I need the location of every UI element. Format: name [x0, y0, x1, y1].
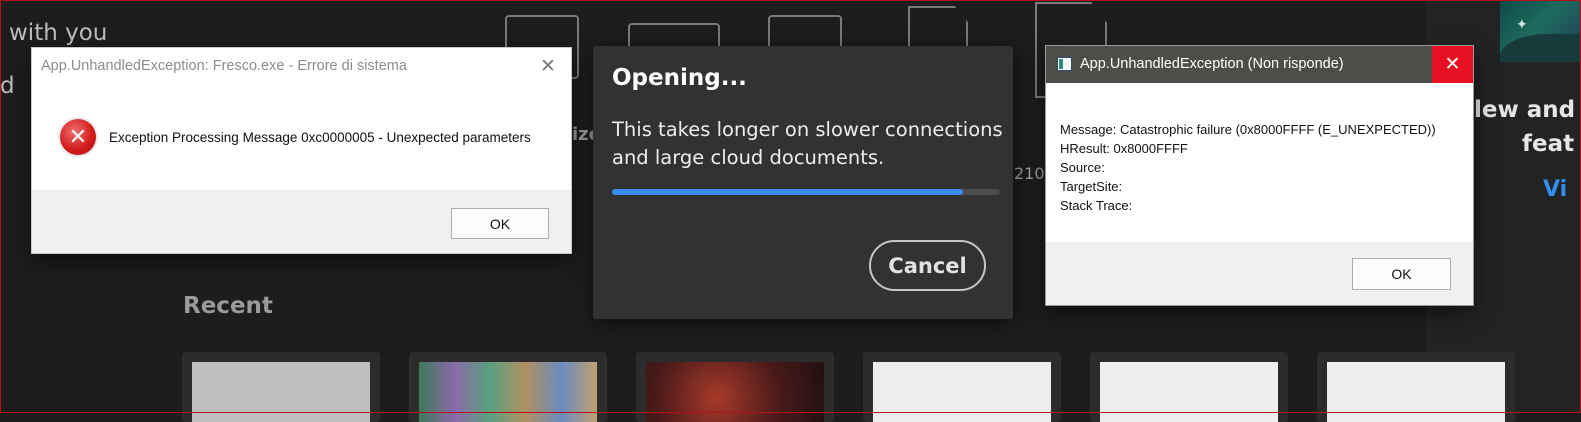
whats-new-title: lew and — [1474, 97, 1576, 123]
recent-document-card[interactable] — [1317, 352, 1515, 422]
recent-section-title: Recent — [183, 293, 273, 319]
dialog-titlebar: App.UnhandledException (Non risponde) ✕ — [1046, 46, 1473, 83]
close-button[interactable]: ✕ — [1432, 46, 1473, 83]
detail-line: TargetSite: — [1060, 179, 1123, 194]
app-window-icon — [1057, 57, 1072, 71]
opening-dialog: Opening... This takes longer on slower c… — [593, 46, 1013, 319]
welcome-text-fragment-2: d — [0, 73, 15, 99]
close-icon: ✕ — [1444, 54, 1461, 75]
document-thumbnail — [1100, 362, 1278, 422]
dialog-title: App.UnhandledException: Fresco.exe - Err… — [41, 58, 407, 74]
detail-line: HResult: 0x8000FFFF — [1060, 141, 1188, 156]
error-icon: ✕ — [60, 119, 96, 155]
whats-new-subtitle: feat — [1522, 131, 1575, 157]
document-thumbnail — [419, 362, 597, 422]
ok-button[interactable]: OK — [1352, 258, 1451, 290]
recent-document-card[interactable] — [1090, 352, 1288, 422]
detail-line: Source: — [1060, 160, 1105, 175]
recent-document-card[interactable] — [409, 352, 607, 422]
document-thumbnail — [1327, 362, 1505, 422]
dialog-title: Opening... — [612, 65, 747, 91]
dialog-message: This takes longer on slower connections … — [612, 116, 1007, 172]
not-responding-dialog: App.UnhandledException (Non risponde) ✕ … — [1046, 46, 1473, 305]
cancel-button[interactable]: Cancel — [869, 240, 986, 291]
close-icon[interactable]: ✕ — [525, 48, 571, 84]
recent-document-card[interactable] — [182, 352, 380, 422]
recent-document-card[interactable] — [863, 352, 1061, 422]
document-thumbnail — [873, 362, 1051, 422]
whats-new-link[interactable]: Vi — [1543, 177, 1567, 202]
whats-new-image: ✦ — [1500, 0, 1581, 62]
progress-bar — [612, 189, 1000, 195]
recent-document-card[interactable] — [636, 352, 834, 422]
error-message: Exception Processing Message 0xc0000005 … — [109, 130, 531, 145]
progress-bar-fill — [612, 189, 964, 195]
sparkle-icon: ✦ — [1516, 16, 1528, 32]
document-thumbnail — [646, 362, 824, 422]
dialog-footer: OK — [32, 190, 571, 253]
dialog-footer: OK — [1046, 242, 1473, 305]
detail-line: Stack Trace: — [1060, 198, 1133, 213]
message-line: This takes longer on slower connections — [612, 118, 1003, 141]
message-line: and large cloud documents. — [612, 146, 885, 169]
dialog-title: App.UnhandledException (Non risponde) — [1080, 56, 1344, 72]
document-thumbnail — [192, 362, 370, 422]
preset-dimension-fragment: 210 — [1014, 164, 1045, 183]
welcome-text-fragment: with you — [9, 20, 108, 46]
ok-button[interactable]: OK — [451, 208, 549, 239]
detail-line: Message: Catastrophic failure (0x8000FFF… — [1060, 122, 1436, 137]
exception-details: Message: Catastrophic failure (0x8000FFF… — [1060, 120, 1436, 215]
system-error-dialog: App.UnhandledException: Fresco.exe - Err… — [32, 48, 571, 253]
